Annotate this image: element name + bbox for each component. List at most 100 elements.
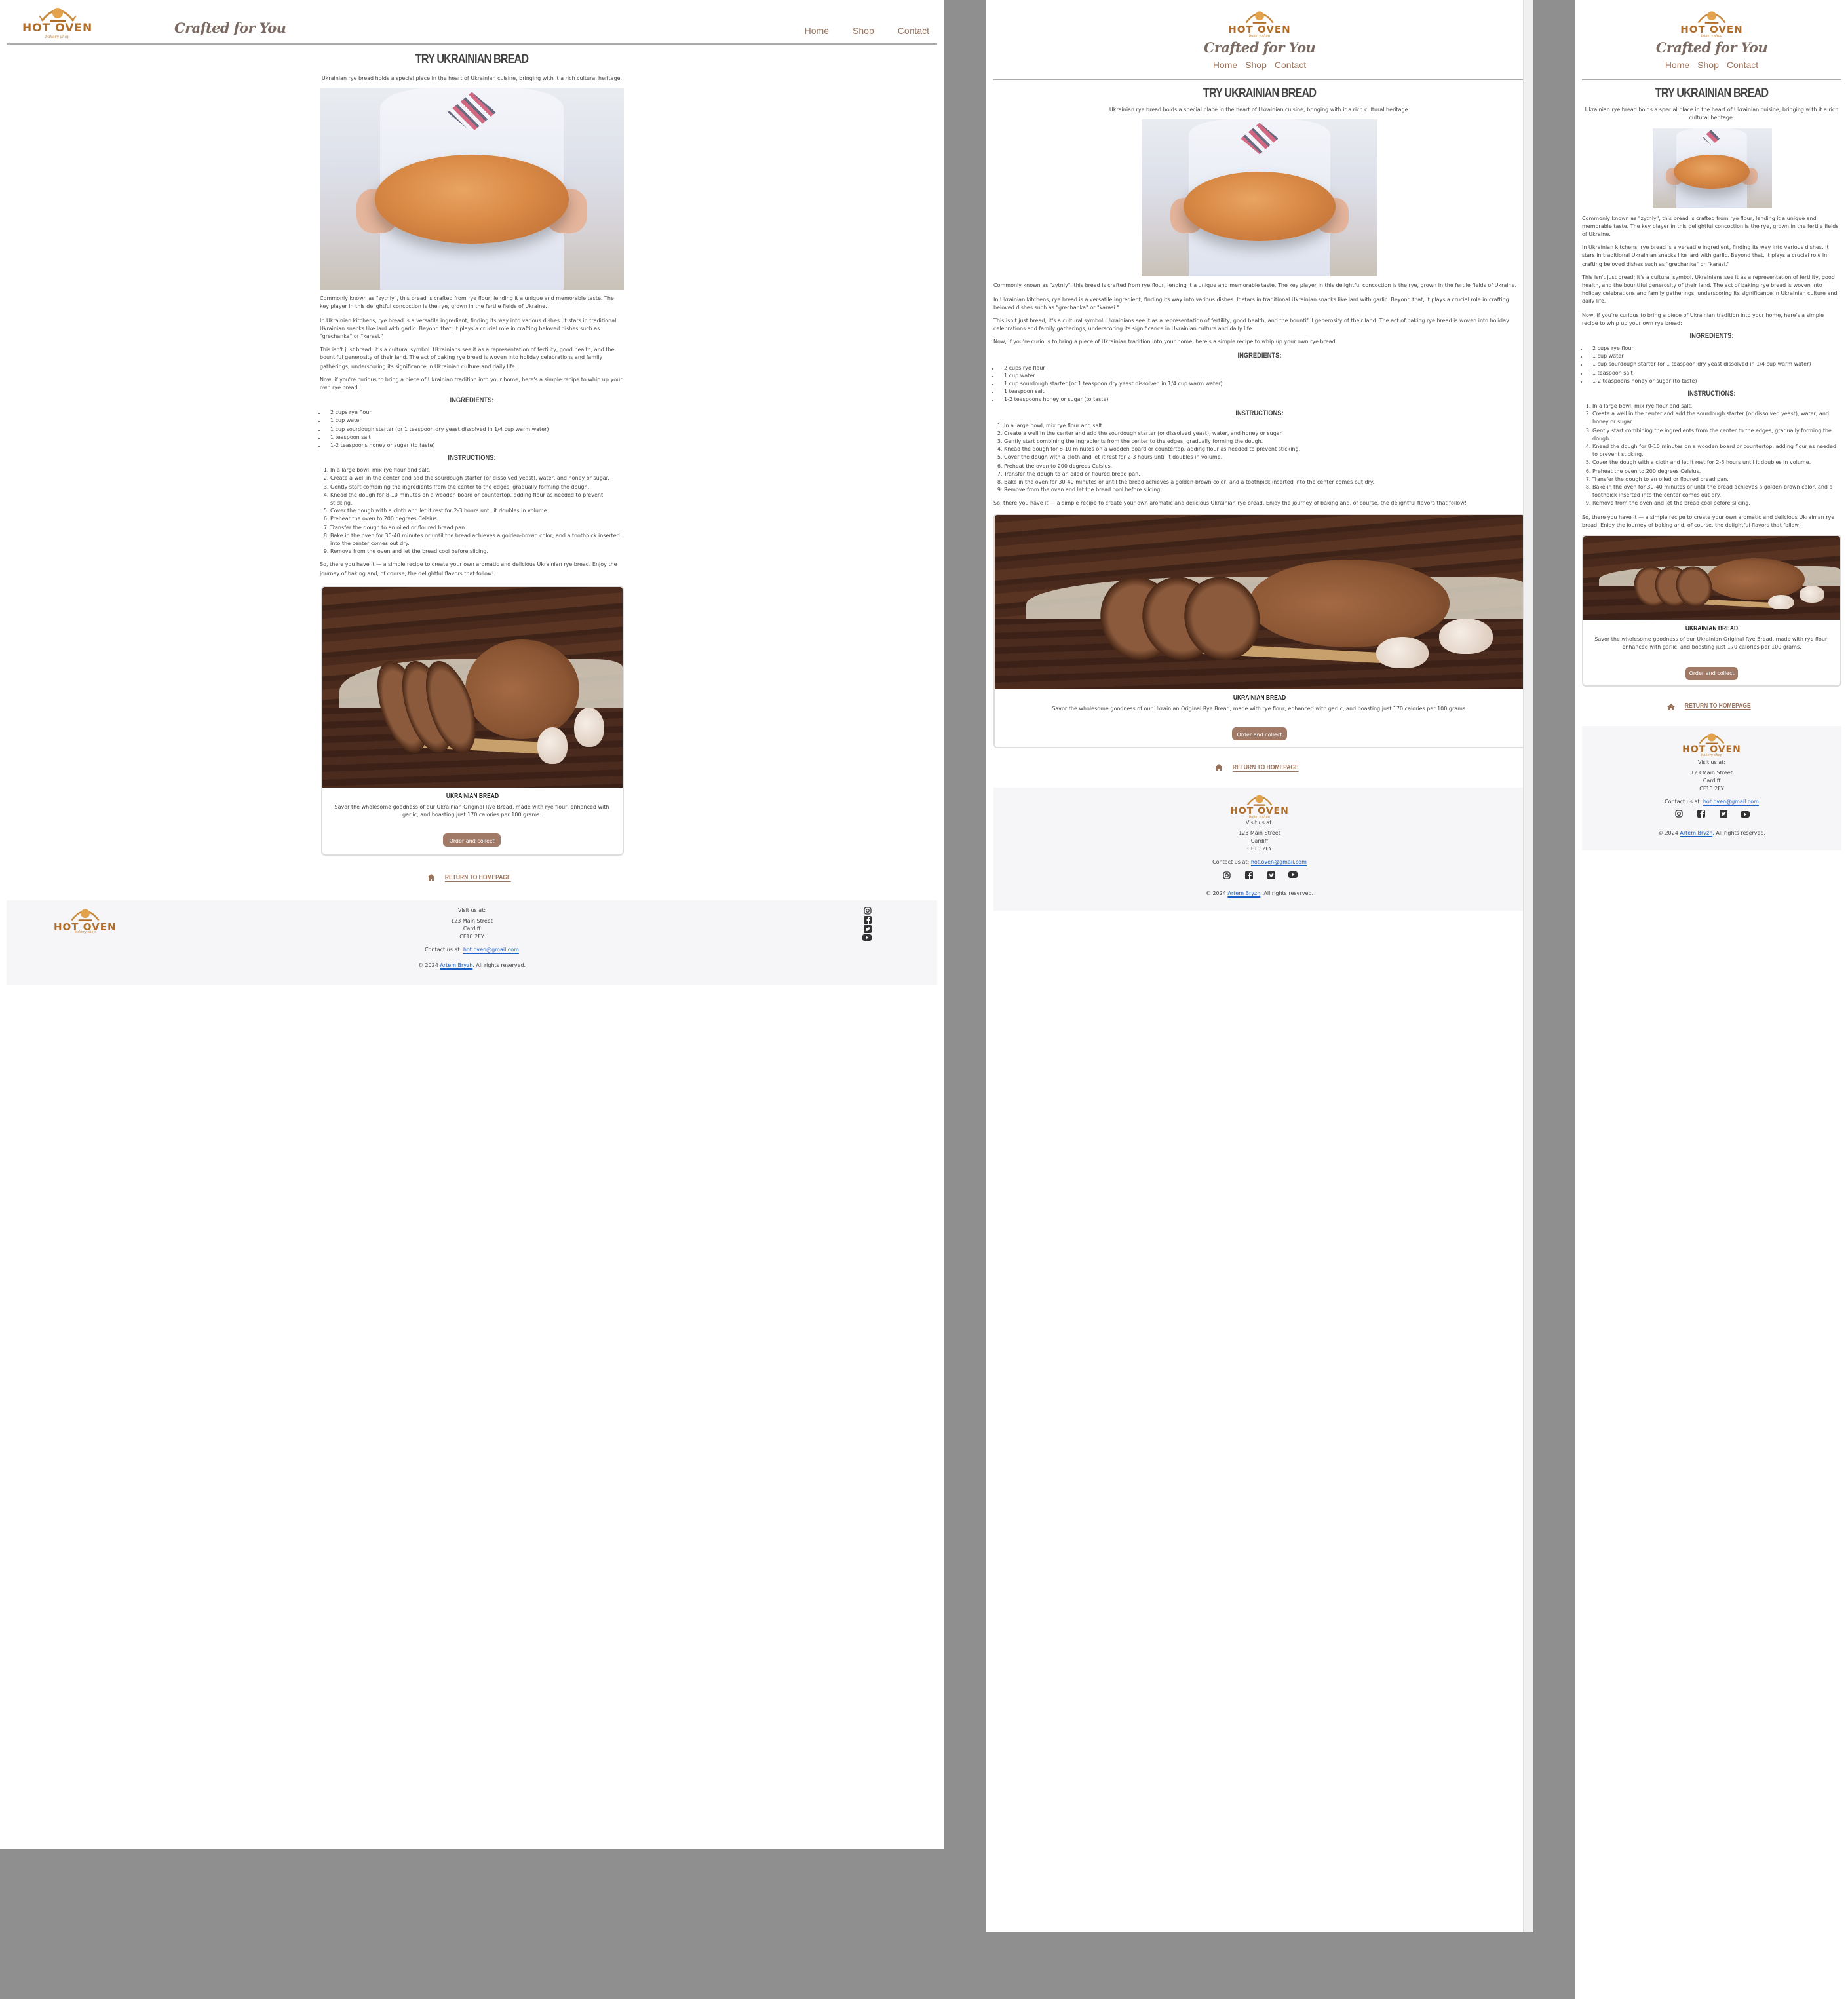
oven-logo-icon	[1245, 11, 1274, 24]
social-links	[993, 870, 1526, 879]
list-item: Knead the dough for 8-10 minutes on a wo…	[1004, 446, 1526, 453]
oven-logo-icon	[1246, 794, 1273, 805]
return-homepage-link[interactable]: RETURN TO HOMEPAGE	[1582, 702, 1841, 710]
main-nav: Home Shop Contact	[805, 28, 929, 37]
nav-contact[interactable]: Contact	[898, 28, 929, 37]
list-item: Knead the dough for 8-10 minutes on a wo…	[1592, 443, 1841, 459]
paragraph: In Ukrainian kitchens, rye bread is a ve…	[320, 316, 617, 340]
tablet-page: HOT OVEN bakery shop Crafted for You Hom…	[986, 0, 1533, 911]
copyright: © 2024 Artem Bryzh. All rights reserved.	[1582, 829, 1841, 837]
paragraph: This isn't just bread; it's a cultural s…	[1582, 273, 1838, 305]
site-header: HOT OVEN bakery shop Crafted for You Hom…	[993, 0, 1526, 81]
home-icon	[1214, 764, 1223, 771]
order-button[interactable]: Order and collect	[442, 833, 501, 847]
instructions-list: In a large bowl, mix rye flour and salt.…	[320, 467, 624, 556]
contact-line: Contact us at: hot.oven@gmail.com	[993, 858, 1526, 866]
logo[interactable]: HOT OVEN bakery shop	[1680, 9, 1743, 38]
youtube-icon[interactable]	[1740, 809, 1750, 818]
twitter-icon[interactable]	[1718, 809, 1728, 818]
youtube-icon[interactable]	[862, 934, 872, 942]
copyright: © 2024 Artem Bryzh. All rights reserved.	[993, 890, 1526, 898]
copyright-suffix: . All rights reserved.	[472, 961, 526, 968]
author-link[interactable]: Artem Bryzh	[440, 962, 472, 968]
nav-shop[interactable]: Shop	[1697, 62, 1719, 71]
ingredients-list: 2 cups rye flour 1 cup water 1 cup sourd…	[320, 409, 624, 449]
facebook-icon[interactable]	[1243, 870, 1254, 879]
youtube-icon[interactable]	[1288, 870, 1298, 879]
article: TRY UKRAINIAN BREAD Ukrainian rye bread …	[320, 45, 624, 882]
closing-text: So, there you have it — a simple recipe …	[1582, 513, 1835, 528]
list-item: Remove from the oven and let the bread c…	[330, 548, 624, 556]
site-header: HOT OVEN bakery shop Crafted for You Hom…	[1582, 0, 1841, 81]
card-title: UKRAINIAN BREAD	[1233, 694, 1286, 702]
hero-image	[1652, 128, 1771, 208]
logo-sub: bakery shop	[1701, 33, 1723, 37]
intro-text: Ukrainian rye bread holds a special plac…	[1109, 106, 1410, 113]
email-link[interactable]: hot.oven@gmail.com	[1703, 797, 1759, 804]
logo[interactable]: HOT OVEN bakery shop	[1228, 9, 1291, 38]
nav-home[interactable]: Home	[1665, 62, 1689, 71]
social-links	[1582, 809, 1841, 818]
logo[interactable]: HOT OVEN bakery shop	[22, 5, 92, 39]
closing-text: So, there you have it — a simple recipe …	[320, 561, 617, 577]
social-links	[862, 907, 872, 942]
paragraph: This isn't just bread; it's a cultural s…	[320, 346, 615, 370]
intro-text: Ukrainian rye bread holds a special plac…	[1585, 106, 1839, 121]
list-item: Remove from the oven and let the bread c…	[1004, 486, 1526, 494]
email-link[interactable]: hot.oven@gmail.com	[463, 946, 519, 953]
visit-label: Visit us at:	[457, 906, 486, 913]
nav-home[interactable]: Home	[1213, 62, 1237, 71]
contact-line: Contact us at: hot.oven@gmail.com	[7, 946, 937, 954]
facebook-icon[interactable]	[862, 915, 872, 924]
card-body: UKRAINIAN BREAD Savor the wholesome good…	[1583, 620, 1840, 685]
footer-logo: HOT OVEN bakery shop	[1682, 731, 1741, 758]
copyright-prefix: © 2024	[1657, 829, 1678, 836]
site-footer: HOT OVEN bakery shop Visit us at: 123 Ma…	[7, 900, 937, 985]
twitter-icon[interactable]	[862, 924, 872, 933]
card-body: UKRAINIAN BREAD Savor the wholesome good…	[995, 689, 1524, 746]
site-header: HOT OVEN bakery shop Crafted for You Hom…	[7, 0, 937, 45]
nav-contact[interactable]: Contact	[1275, 62, 1306, 71]
list-item: In a large bowl, mix rye flour and salt.	[1004, 421, 1526, 429]
order-button[interactable]: Order and collect	[1231, 727, 1288, 741]
nav-shop[interactable]: Shop	[853, 28, 874, 37]
ingredients-heading: INGREDIENTS:	[1237, 352, 1282, 360]
address-line: 123 Main Street	[1239, 829, 1280, 837]
email-link[interactable]: hot.oven@gmail.com	[1251, 858, 1307, 865]
site-footer: HOT OVEN bakery shop Visit us at: 123 Ma…	[1582, 726, 1841, 850]
instagram-icon[interactable]	[1673, 809, 1684, 818]
home-icon	[1666, 703, 1675, 710]
return-homepage-link[interactable]: RETURN TO HOMEPAGE	[320, 874, 624, 882]
ingredients-heading: INGREDIENTS:	[450, 397, 494, 406]
facebook-icon[interactable]	[1695, 809, 1706, 818]
mobile-viewport: HOT OVEN bakery shop Crafted for You Hom…	[1575, 0, 1848, 1999]
list-item: 1 cup sourdough starter (or 1 teaspoon d…	[1592, 361, 1841, 369]
return-homepage-link[interactable]: RETURN TO HOMEPAGE	[993, 763, 1526, 771]
nav-contact[interactable]: Contact	[1727, 62, 1758, 71]
ingredients-list: 2 cups rye flour 1 cup water 1 cup sourd…	[993, 364, 1526, 404]
list-item: 1-2 teaspoons honey or sugar (to taste)	[330, 442, 624, 449]
nav-shop[interactable]: Shop	[1245, 62, 1267, 71]
list-item: 1 cup sourdough starter (or 1 teaspoon d…	[330, 425, 624, 433]
order-button[interactable]: Order and collect	[1685, 666, 1739, 679]
product-card: UKRAINIAN BREAD Savor the wholesome good…	[993, 513, 1526, 748]
instagram-icon[interactable]	[862, 907, 872, 915]
contact-prefix: Contact us at:	[425, 945, 462, 953]
twitter-icon[interactable]	[1265, 870, 1276, 879]
paragraph: In Ukrainian kitchens, rye bread is a ve…	[993, 295, 1509, 311]
footer-info: Visit us at: 123 Main Street Cardiff CF1…	[7, 907, 937, 970]
author-link[interactable]: Artem Bryzh	[1227, 890, 1260, 896]
visit-label: Visit us at:	[1245, 819, 1274, 826]
closing-text: So, there you have it — a simple recipe …	[993, 499, 1467, 506]
instructions-list: In a large bowl, mix rye flour and salt.…	[1582, 402, 1841, 508]
instagram-icon[interactable]	[1221, 870, 1231, 879]
scrollbar[interactable]	[1523, 0, 1533, 1932]
visit-label: Visit us at:	[1697, 758, 1726, 765]
list-item: 1-2 teaspoons honey or sugar (to taste)	[1592, 377, 1841, 385]
card-body: UKRAINIAN BREAD Savor the wholesome good…	[322, 788, 622, 854]
list-item: Create a well in the center and add the …	[330, 475, 624, 483]
list-item: Cover the dough with a cloth and let it …	[330, 508, 624, 516]
nav-home[interactable]: Home	[805, 28, 829, 37]
list-item: Preheat the oven to 200 degrees Celsius.	[1004, 462, 1526, 470]
author-link[interactable]: Artem Bryzh	[1680, 829, 1712, 835]
